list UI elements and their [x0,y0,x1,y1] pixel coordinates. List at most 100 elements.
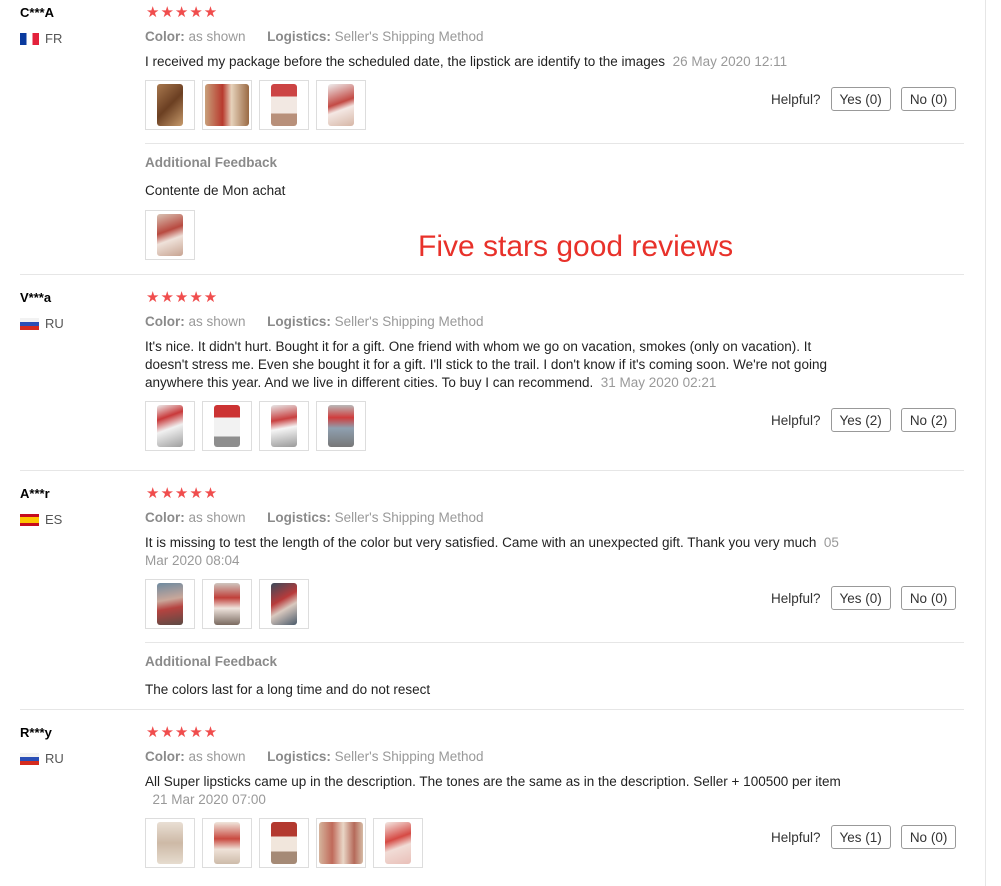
logistics-value: Seller's Shipping Method [334,29,484,44]
review-photos [145,818,430,868]
review-separator [20,274,964,275]
review-date: 21 Mar 2020 07:00 [152,792,266,807]
review-separator [20,709,964,710]
helpful-label: Helpful? [771,829,821,845]
divider [145,143,964,144]
helpful-no-button[interactable]: No (0) [900,825,957,849]
helpful-label: Helpful? [771,91,821,107]
color-value: as shown [188,314,246,329]
reviewer-name: R***y [20,725,52,740]
color-value: as shown [188,510,246,525]
star-rating: ★★★★★ [146,289,219,306]
color-label: Color: [145,29,185,44]
additional-feedback-text: The colors last for a long time and do n… [145,682,431,697]
helpful-votes: Helpful? Yes (2) No (2) [771,408,966,432]
review-meta: Color: as shown Logistics: Seller's Ship… [145,749,484,764]
reviewer-name: A***r [20,486,50,501]
country-code: RU [45,751,64,766]
review-body: All Super lipsticks came up in the descr… [145,774,841,789]
helpful-label: Helpful? [771,590,821,606]
review-photo-thumbnail[interactable] [145,401,195,451]
helpful-votes: Helpful? Yes (0) No (0) [771,87,966,111]
reviewer-country: ES [20,512,62,527]
review-body: It is missing to test the length of the … [145,535,817,550]
reviews-page: C***A FR ★★★★★ Color: as shown Logistics… [0,0,1001,886]
color-value: as shown [188,749,246,764]
review-photos [145,401,373,451]
reviewer-name: V***a [20,290,52,305]
promo-overlay-text: Five stars good reviews [418,230,734,263]
color-label: Color: [145,314,185,329]
review-separator [20,470,964,471]
additional-feedback-title: Additional Feedback [145,155,278,170]
helpful-no-button[interactable]: No (0) [900,87,957,111]
helpful-no-button[interactable]: No (0) [900,586,957,610]
review-meta: Color: as shown Logistics: Seller's Ship… [145,314,484,329]
france-flag-icon [20,32,39,45]
review-body: I received my package before the schedul… [145,54,666,69]
divider [145,642,964,643]
review-text: It's nice. It didn't hurt. Bought it for… [145,338,845,392]
review-photo-thumbnail[interactable] [316,401,366,451]
additional-feedback-title: Additional Feedback [145,654,278,669]
review-photo-thumbnail[interactable] [373,818,423,868]
review-photos [145,80,373,130]
color-label: Color: [145,510,185,525]
spain-flag-icon [20,513,39,526]
scrollbar[interactable] [985,0,1001,886]
review-meta: Color: as shown Logistics: Seller's Ship… [145,510,484,525]
russia-flag-icon [20,752,39,765]
logistics-value: Seller's Shipping Method [334,510,484,525]
review-photo-thumbnail[interactable] [316,818,366,868]
review-photo-thumbnail[interactable] [202,579,252,629]
review-text: I received my package before the schedul… [145,53,845,71]
helpful-yes-button[interactable]: Yes (1) [830,825,891,849]
review-text: All Super lipsticks came up in the descr… [145,773,845,809]
review-photo-thumbnail[interactable] [259,401,309,451]
star-rating: ★★★★★ [146,485,219,502]
additional-feedback-text: Contente de Mon achat [145,183,286,198]
review-photo-thumbnail[interactable] [259,579,309,629]
review-photo-thumbnail[interactable] [145,579,195,629]
star-rating: ★★★★★ [146,4,219,21]
review-photo-thumbnail[interactable] [259,818,309,868]
helpful-votes: Helpful? Yes (0) No (0) [771,586,966,610]
logistics-label: Logistics: [267,749,331,764]
country-code: FR [45,31,63,46]
reviewer-country: FR [20,31,62,46]
logistics-value: Seller's Shipping Method [334,749,484,764]
review-photo-thumbnail[interactable] [202,80,252,130]
helpful-no-button[interactable]: No (2) [900,408,957,432]
reviewer-country: RU [20,316,64,331]
country-code: ES [45,512,63,527]
country-code: RU [45,316,64,331]
review-photo-thumbnail[interactable] [145,210,195,260]
review-photo-thumbnail[interactable] [145,80,195,130]
star-rating: ★★★★★ [146,724,219,741]
helpful-yes-button[interactable]: Yes (0) [830,586,891,610]
reviewer-country: RU [20,751,64,766]
logistics-label: Logistics: [267,510,331,525]
helpful-votes: Helpful? Yes (1) No (0) [771,825,966,849]
additional-photos [145,210,202,260]
review-date: 31 May 2020 02:21 [600,375,717,390]
review-body: It's nice. It didn't hurt. Bought it for… [145,339,827,390]
review-photos [145,579,316,629]
review-photo-thumbnail[interactable] [202,818,252,868]
logistics-label: Logistics: [267,314,331,329]
color-label: Color: [145,749,185,764]
helpful-yes-button[interactable]: Yes (0) [830,87,891,111]
color-value: as shown [188,29,246,44]
russia-flag-icon [20,317,39,330]
logistics-label: Logistics: [267,29,331,44]
helpful-label: Helpful? [771,412,821,428]
review-photo-thumbnail[interactable] [259,80,309,130]
review-date: 26 May 2020 12:11 [672,54,788,69]
logistics-value: Seller's Shipping Method [334,314,484,329]
helpful-yes-button[interactable]: Yes (2) [830,408,891,432]
review-meta: Color: as shown Logistics: Seller's Ship… [145,29,484,44]
review-photo-thumbnail[interactable] [145,818,195,868]
review-text: It is missing to test the length of the … [145,534,845,570]
review-photo-thumbnail[interactable] [316,80,366,130]
review-photo-thumbnail[interactable] [202,401,252,451]
